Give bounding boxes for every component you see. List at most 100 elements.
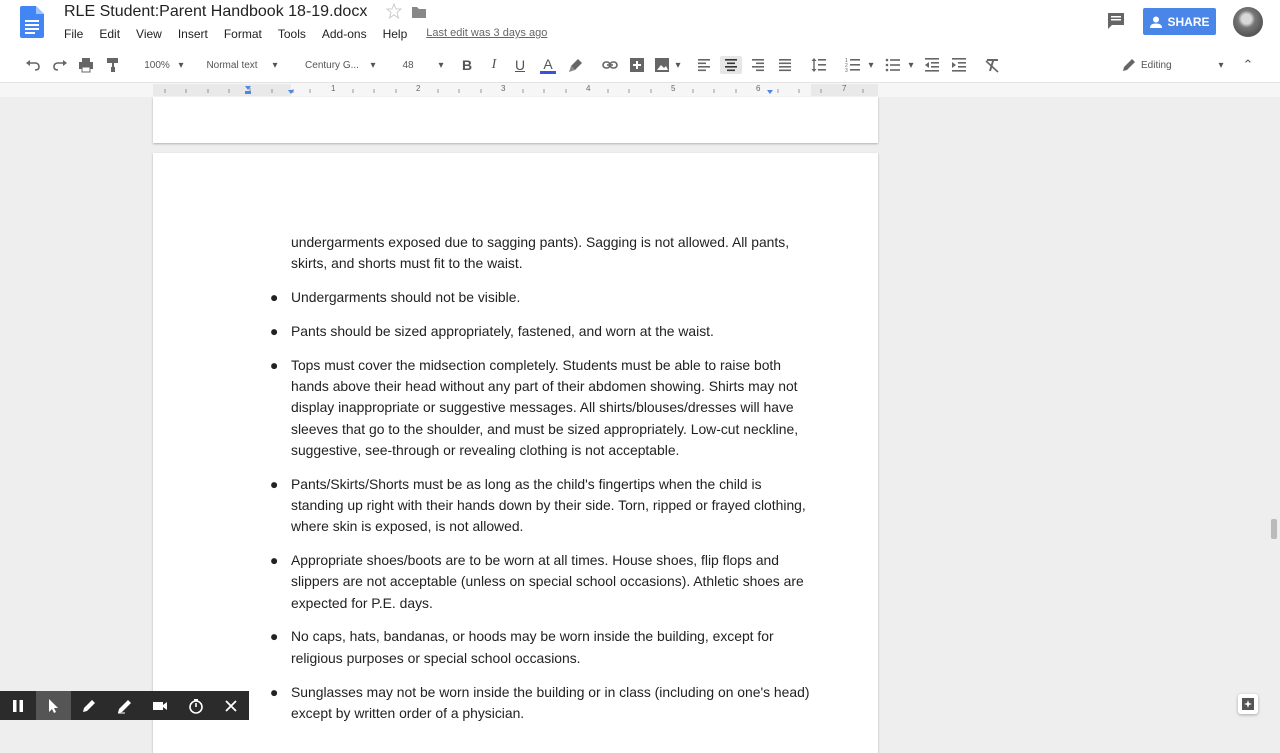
zoom-dropdown-icon[interactable]: ▾ [176,56,186,74]
page-previous-bottom [153,97,878,143]
style-dropdown-icon[interactable]: ▾ [270,56,280,74]
bullet-icon: ● [270,289,279,306]
insert-comment-icon[interactable] [628,56,646,74]
collapse-menus-icon[interactable]: ⌃ [1240,56,1256,74]
share-button[interactable]: SHARE [1143,8,1216,35]
ruler-number: 6 [756,84,761,93]
star-icon[interactable] [385,2,403,20]
menu-format[interactable]: Format [224,27,262,41]
redo-icon[interactable] [51,56,69,74]
avatar[interactable] [1233,7,1263,37]
recorder-toolbar [0,691,249,720]
font-select[interactable]: Century G... [298,56,366,74]
list-item[interactable]: ● No caps, hats, bandanas, or hoods may b… [270,626,811,669]
pen-icon[interactable] [71,691,107,720]
print-icon[interactable] [77,56,95,74]
comments-icon[interactable] [1106,11,1126,31]
folder-icon[interactable] [411,4,427,20]
font-value: Century G... [305,59,359,71]
style-select[interactable]: Normal text [200,56,264,74]
align-right-icon[interactable] [749,56,767,74]
underline-icon[interactable]: U [511,56,529,74]
menu-tools[interactable]: Tools [278,27,306,41]
align-center-icon[interactable] [720,56,742,74]
bullet-icon: ● [270,322,279,339]
numbered-list-dropdown-icon[interactable]: ▾ [866,56,876,74]
bulleted-list-icon[interactable] [884,56,902,74]
italic-icon[interactable]: I [485,56,503,74]
menu-view[interactable]: View [136,27,162,41]
cursor-icon[interactable] [35,691,72,720]
font-size-select[interactable]: 48 [396,56,420,74]
line-spacing-icon[interactable] [810,56,828,74]
toolbar: 100% ▾ Normal text ▾ Century G... ▾ 48 ▾… [0,48,1280,83]
list-item-text: Pants/Skirts/Shorts must be as long as t… [291,475,806,535]
menu-edit[interactable]: Edit [99,27,120,41]
pause-icon[interactable] [0,691,36,720]
insert-image-icon[interactable] [653,56,671,74]
mode-select[interactable]: Editing [1141,56,1177,74]
image-dropdown-icon[interactable]: ▾ [673,56,683,74]
bullet-icon: ● [270,356,279,373]
highlight-color-icon[interactable] [567,56,585,74]
ruler[interactable]: 1 2 3 4 5 6 7 [0,83,1280,97]
justify-icon[interactable] [776,56,794,74]
text-color-icon[interactable]: A [538,56,558,74]
document-page[interactable]: undergarments exposed due to sagging pan… [153,153,878,753]
webcam-icon[interactable] [142,691,178,720]
mode-dropdown-icon[interactable]: ▾ [1216,56,1226,74]
text-color-swatch [540,71,556,74]
explore-icon[interactable] [1238,694,1258,714]
menu-help[interactable]: Help [383,27,408,41]
menu-addons[interactable]: Add-ons [322,27,367,41]
docs-logo-icon[interactable] [20,6,44,38]
mode-value: Editing [1141,59,1172,71]
last-edit-link[interactable]: Last edit was 3 days ago [426,27,547,41]
ruler-ticks [153,84,878,96]
list-item[interactable]: ● Sunglasses may not be worn inside the b… [270,682,811,725]
link-icon[interactable] [601,56,619,74]
menu-file[interactable]: File [64,27,83,41]
paint-format-icon[interactable] [104,56,122,74]
ruler-number: 2 [416,84,421,93]
font-size-dropdown-icon[interactable]: ▾ [436,56,446,74]
document-body[interactable]: undergarments exposed due to sagging pan… [270,232,811,737]
ruler-number: 1 [331,84,336,93]
list-item-text: Undergarments should not be visible. [291,289,521,306]
font-size-value: 48 [402,59,414,71]
paragraph-continuation[interactable]: undergarments exposed due to sagging pan… [291,232,811,275]
ruler-number: 3 [501,84,506,93]
list-item-text: Appropriate shoes/boots are to be worn a… [291,552,804,611]
document-title[interactable]: RLE Student:Parent Handbook 18-19.docx [64,3,367,21]
list-item-text: Tops must cover the midsection completel… [291,356,799,458]
clear-formatting-icon[interactable] [983,56,1001,74]
highlighter-icon[interactable] [107,691,143,720]
list-item[interactable]: ● Appropriate shoes/boots are to be worn … [270,550,811,614]
list-item[interactable]: ● Tops must cover the midsection complete… [270,355,811,461]
align-left-icon[interactable] [695,56,713,74]
decrease-indent-icon[interactable] [923,56,941,74]
increase-indent-icon[interactable] [950,56,968,74]
bulleted-list-dropdown-icon[interactable]: ▾ [906,56,916,74]
ruler-track[interactable]: 1 2 3 4 5 6 7 [153,84,878,96]
bullet-icon: ● [270,683,279,700]
bullet-icon: ● [270,552,279,569]
bullet-icon: ● [270,475,279,492]
list-item-text: Pants should be sized appropriately, fas… [291,322,714,339]
undo-icon[interactable] [24,56,42,74]
bold-icon[interactable]: B [458,56,476,74]
list-item[interactable]: ● Pants should be sized appropriately, fa… [270,321,811,342]
ruler-number: 4 [586,84,591,93]
menu-bar: File Edit View Insert Format Tools Add-o… [64,27,563,41]
list-item[interactable]: ● Undergarments should not be visible. [270,287,811,308]
font-dropdown-icon[interactable]: ▾ [368,56,378,74]
numbered-list-icon[interactable]: 123 [844,56,862,74]
timer-icon[interactable] [178,691,214,720]
scrollbar-thumb[interactable] [1271,519,1277,539]
svg-text:3: 3 [845,68,848,73]
list-item[interactable]: ● Pants/Skirts/Shorts must be as long as … [270,474,811,538]
close-icon[interactable] [213,691,249,720]
menu-insert[interactable]: Insert [178,27,208,41]
list-item-text: Sunglasses may not be worn inside the bu… [291,683,810,721]
zoom-select[interactable]: 100% [140,56,174,74]
